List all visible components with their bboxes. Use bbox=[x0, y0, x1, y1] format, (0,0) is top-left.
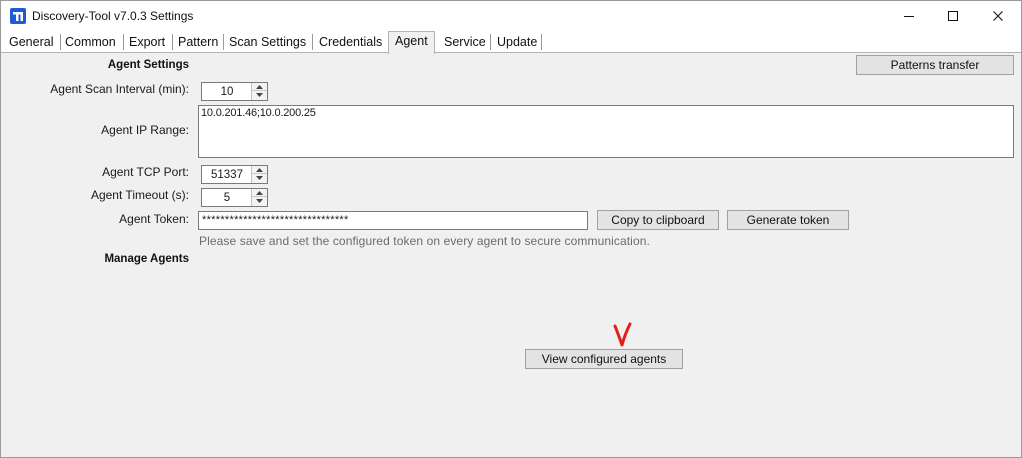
timeout-label: Agent Timeout (s): bbox=[90, 188, 189, 202]
chevron-down-icon[interactable] bbox=[252, 174, 267, 182]
settings-window: Discovery-Tool v7.0.3 Settings General C… bbox=[0, 0, 1022, 458]
app-icon bbox=[10, 8, 26, 24]
copy-to-clipboard-button[interactable]: Copy to clipboard bbox=[597, 210, 719, 230]
tcp-port-label: Agent TCP Port: bbox=[102, 165, 189, 179]
maximize-button[interactable] bbox=[930, 1, 976, 31]
tab-divider bbox=[172, 34, 173, 50]
tab-agent[interactable]: Agent bbox=[388, 31, 435, 54]
ip-range-label: Agent IP Range: bbox=[101, 123, 189, 137]
timeout-value[interactable]: 5 bbox=[202, 189, 252, 206]
generate-token-button[interactable]: Generate token bbox=[727, 210, 849, 230]
agent-token-field[interactable]: ******************************** bbox=[198, 211, 588, 230]
tab-scan-settings[interactable]: Scan Settings bbox=[226, 33, 309, 52]
manage-agents-heading: Manage Agents bbox=[104, 253, 189, 265]
title-bar[interactable]: Discovery-Tool v7.0.3 Settings bbox=[1, 1, 1021, 31]
maximize-icon bbox=[948, 11, 958, 21]
view-configured-agents-button[interactable]: View configured agents bbox=[525, 349, 683, 369]
timeout-stepper[interactable]: 5 bbox=[201, 188, 268, 207]
scan-interval-value[interactable]: 10 bbox=[202, 83, 252, 100]
tab-update[interactable]: Update bbox=[494, 33, 540, 52]
minimize-button[interactable] bbox=[886, 1, 932, 31]
chevron-up-icon[interactable] bbox=[252, 189, 267, 197]
tab-common[interactable]: Common bbox=[62, 33, 119, 52]
tab-divider bbox=[490, 34, 491, 50]
tab-divider bbox=[123, 34, 124, 50]
minimize-icon bbox=[904, 16, 914, 17]
tab-service[interactable]: Service bbox=[441, 33, 489, 52]
tab-divider bbox=[223, 34, 224, 50]
patterns-transfer-button[interactable]: Patterns transfer bbox=[856, 55, 1014, 75]
scan-interval-label: Agent Scan Interval (min): bbox=[50, 82, 189, 96]
tab-pattern[interactable]: Pattern bbox=[175, 33, 221, 52]
chevron-down-icon[interactable] bbox=[252, 91, 267, 99]
stepper-arrows[interactable] bbox=[251, 166, 267, 183]
tab-general[interactable]: General bbox=[6, 33, 56, 52]
tab-credentials[interactable]: Credentials bbox=[316, 33, 385, 52]
close-icon bbox=[993, 11, 1003, 21]
settings-tabs: General Common Export Pattern Scan Setti… bbox=[1, 31, 1021, 54]
stepper-arrows[interactable] bbox=[251, 83, 267, 100]
tcp-port-value[interactable]: 51337 bbox=[202, 166, 252, 183]
ip-range-field[interactable]: 10.0.201.46;10.0.200.25 bbox=[198, 105, 1014, 158]
scan-interval-stepper[interactable]: 10 bbox=[201, 82, 268, 101]
tab-divider bbox=[541, 34, 542, 50]
close-button[interactable] bbox=[975, 1, 1021, 31]
chevron-up-icon[interactable] bbox=[252, 166, 267, 174]
agent-settings-heading: Agent Settings bbox=[107, 59, 189, 71]
token-hint: Please save and set the configured token… bbox=[199, 234, 650, 248]
window-title: Discovery-Tool v7.0.3 Settings bbox=[32, 9, 194, 23]
chevron-up-icon[interactable] bbox=[252, 83, 267, 91]
tab-divider bbox=[312, 34, 313, 50]
chevron-down-icon[interactable] bbox=[252, 197, 267, 205]
tab-export[interactable]: Export bbox=[126, 33, 168, 52]
stepper-arrows[interactable] bbox=[251, 189, 267, 206]
agent-settings-panel: Agent Settings Patterns transfer Agent S… bbox=[2, 54, 1021, 457]
tcp-port-stepper[interactable]: 51337 bbox=[201, 165, 268, 184]
annotation-checkmark bbox=[613, 322, 632, 347]
tab-divider bbox=[60, 34, 61, 50]
token-label: Agent Token: bbox=[119, 212, 189, 226]
